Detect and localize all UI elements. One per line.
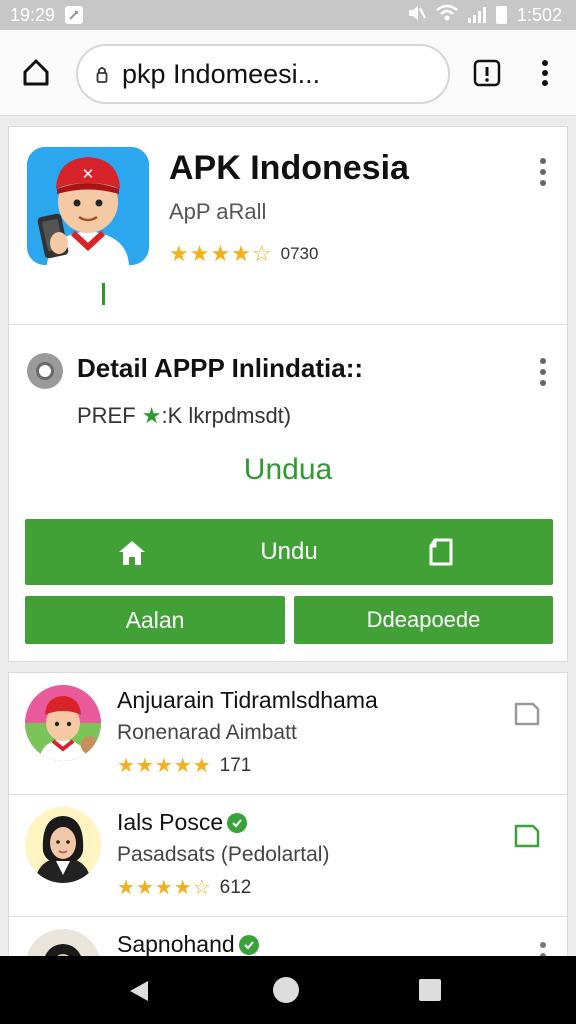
app-rating: ★★★★☆ 0730	[169, 241, 318, 267]
battery-icon	[495, 6, 507, 24]
list-item-title: Anjuarain Tidramlsdhama	[117, 687, 378, 714]
download-button[interactable]: Undu	[25, 519, 553, 585]
browser-toolbar: pkp Indomeesi...	[0, 30, 576, 116]
status-time: 19:29	[10, 4, 56, 25]
list-item-title: Ials Posce	[117, 809, 248, 836]
download-button-label: Undu	[260, 538, 318, 565]
url-text: pkp Indomeesi...	[122, 58, 321, 89]
download-link[interactable]: Undua	[9, 453, 567, 487]
home-icon[interactable]	[20, 56, 52, 88]
list-item[interactable]: Ials Posce Pasadsats (Pedolartal) ★★★★☆ …	[9, 795, 567, 917]
detail-sub-suffix: :K lkrpdmsdt)	[161, 403, 292, 428]
status-left: 19:29	[10, 4, 84, 26]
rating-stars: ★★★★★	[117, 755, 212, 777]
tabs-icon[interactable]	[472, 58, 502, 88]
rating-count: 0730	[280, 244, 319, 263]
right-button-label: Ddeapoede	[366, 607, 481, 632]
lock-icon	[96, 65, 108, 83]
bookmark-icon[interactable]	[513, 701, 541, 727]
list-item-title-text: Sapnohand	[117, 931, 235, 957]
list-item-title-text: Anjuarain Tidramlsdhama	[117, 687, 378, 713]
app-card: ✕ APK Indonesia ApP aRall ★★★★☆ 0730 Det…	[8, 126, 568, 662]
secondary-button-right[interactable]: Ddeapoede	[294, 596, 553, 644]
detail-overflow-icon[interactable]	[539, 357, 547, 387]
status-battery-text: 1:502	[516, 4, 562, 25]
bookmark-icon[interactable]	[513, 823, 541, 849]
back-icon[interactable]	[128, 979, 150, 1003]
secondary-button-left[interactable]: Aalan	[25, 596, 285, 644]
url-bar[interactable]: pkp Indomeesi...	[76, 44, 450, 104]
app-title: APK Indonesia	[169, 149, 409, 187]
system-nav-bar	[0, 956, 576, 1024]
app-icon[interactable]: ✕	[27, 147, 149, 265]
rating-count: 612	[219, 876, 252, 898]
home-icon	[117, 539, 147, 567]
detail-title: Detail APPP Inlindatia::	[77, 353, 364, 383]
status-right: 1:502	[406, 4, 562, 27]
wifi-icon	[436, 4, 458, 27]
list-item-rating: ★★★★☆ 612	[117, 875, 251, 900]
list-item-title: Sapnohand	[117, 931, 259, 958]
list-item-subtitle: Ronenarad Aimbatt	[117, 721, 297, 744]
home-nav-icon[interactable]	[273, 977, 299, 1003]
rating-stars: ★★★★☆	[117, 877, 212, 899]
svg-text:✕: ✕	[82, 165, 95, 183]
info-icon	[27, 353, 63, 389]
notification-icon	[65, 6, 84, 24]
rating-stars: ★★★★☆	[169, 241, 273, 266]
progress-indicator	[102, 283, 105, 305]
app-list: Anjuarain Tidramlsdhama Ronenarad Aimbat…	[8, 672, 568, 972]
left-button-label: Aalan	[125, 606, 185, 633]
list-item[interactable]: Anjuarain Tidramlsdhama Ronenarad Aimbat…	[9, 673, 567, 795]
detail-sub-prefix: PREF	[77, 403, 142, 428]
avatar	[25, 685, 101, 761]
rating-count: 171	[219, 754, 252, 776]
avatar	[25, 807, 101, 883]
mute-icon	[406, 4, 426, 27]
recent-apps-icon[interactable]	[419, 979, 441, 1001]
verified-icon	[227, 812, 248, 833]
signal-icon	[467, 7, 486, 23]
card-divider	[9, 324, 567, 325]
list-item-rating: ★★★★★ 171	[117, 753, 251, 778]
menu-icon[interactable]	[536, 58, 554, 88]
green-star-icon: ★	[141, 403, 162, 428]
status-bar: 19:29 1:502	[0, 0, 576, 30]
detail-subtitle: PREF ★:K lkrpdmsdt)	[77, 403, 291, 429]
app-subtitle: ApP aRall	[169, 199, 267, 224]
app-overflow-icon[interactable]	[539, 157, 547, 187]
list-item-subtitle: Pasadsats (Pedolartal)	[117, 843, 330, 866]
list-item-title-text: Ials Posce	[117, 809, 224, 835]
verified-icon	[238, 934, 259, 955]
document-icon	[427, 537, 455, 567]
